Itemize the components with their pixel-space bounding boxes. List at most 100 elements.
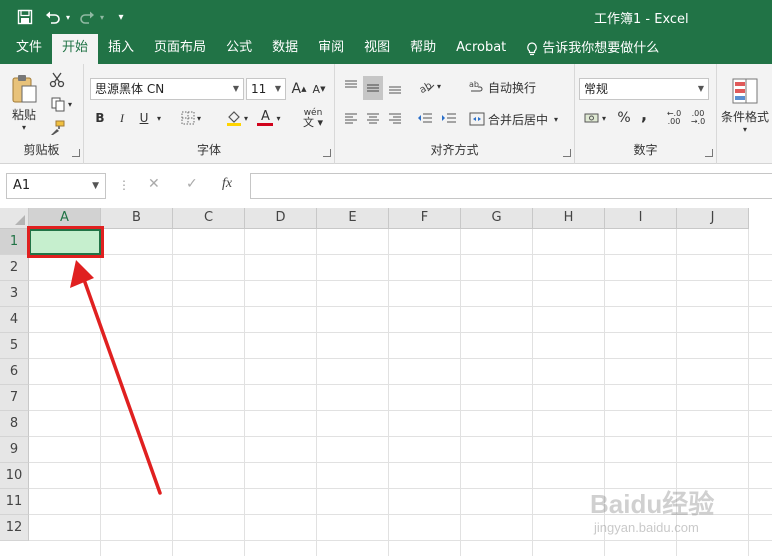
format-painter-button[interactable]	[46, 118, 68, 138]
align-left-button[interactable]	[341, 108, 361, 128]
tell-me-box[interactable]: 告诉我你想要做什么	[516, 34, 669, 64]
cancel-icon[interactable]: ✕	[148, 176, 160, 192]
undo-dropdown-icon[interactable]: ▾	[66, 13, 70, 22]
watermark: Baidu经验 jingyan.baidu.com	[590, 484, 760, 550]
phonetic-guide-button[interactable]: wén 文 ▾	[296, 106, 330, 130]
borders-button[interactable]: ▾	[176, 108, 206, 128]
tab-data[interactable]: 数据	[262, 34, 308, 64]
text-orientation-icon: ab	[419, 80, 435, 93]
borders-icon	[181, 111, 195, 125]
font-color-label: A	[261, 108, 270, 124]
tab-home[interactable]: 开始	[52, 34, 99, 64]
font-name-combo[interactable]: 思源黑体 CN ▼	[90, 78, 244, 100]
fill-color-button[interactable]: ▾	[222, 108, 252, 128]
comma-button[interactable]: ,	[637, 104, 651, 124]
conditional-formatting-label: 条件格式	[720, 109, 769, 124]
redo-dropdown-icon[interactable]: ▾	[100, 13, 104, 22]
copy-button[interactable]: ▾	[46, 94, 76, 114]
name-box[interactable]: A1 ▼	[6, 173, 106, 199]
clipboard-group-label: 剪贴板	[23, 143, 60, 157]
underline-dropdown-icon[interactable]: ▾	[154, 108, 164, 128]
align-bottom-icon	[389, 86, 401, 94]
merge-center-label: 合并后居中	[488, 112, 549, 127]
number-format-combo[interactable]: 常规 ▼	[579, 78, 709, 100]
insert-function-icon[interactable]: fx	[222, 176, 232, 192]
bold-button[interactable]: B	[92, 108, 108, 128]
tab-file[interactable]: 文件	[8, 34, 52, 64]
cut-button[interactable]	[46, 70, 68, 90]
percent-button[interactable]: %	[615, 108, 633, 128]
customize-toolbar-icon[interactable]: ▾	[110, 6, 132, 28]
font-group-label: 字体	[196, 143, 221, 157]
watermark-url: jingyan.baidu.com	[594, 520, 699, 535]
tab-help[interactable]: 帮助	[400, 34, 446, 64]
tell-me-label: 告诉我你想要做什么	[542, 41, 660, 56]
clipboard-launcher-icon[interactable]	[72, 149, 80, 157]
tab-insert[interactable]: 插入	[98, 34, 144, 64]
tab-formulas[interactable]: 公式	[216, 34, 262, 64]
number-launcher-icon[interactable]	[705, 149, 713, 157]
formula-bar-grip-icon[interactable]: ⋮	[118, 178, 130, 192]
lightbulb-icon	[527, 42, 538, 56]
align-left-icon	[345, 113, 357, 124]
chevron-down-icon: ▼	[274, 84, 281, 93]
chevron-down-icon: ▼	[232, 84, 239, 93]
enter-check-icon[interactable]: ✓	[186, 176, 198, 192]
paste-dropdown-icon: ▾	[21, 123, 26, 132]
redo-icon[interactable]	[76, 6, 98, 28]
wrap-text-label: 自动换行	[488, 80, 537, 95]
watermark-logo: Baidu经验	[590, 489, 715, 519]
align-right-button[interactable]	[385, 108, 405, 128]
font-color-button[interactable]: A ▾	[254, 108, 284, 128]
font-launcher-icon[interactable]	[323, 149, 331, 157]
undo-icon[interactable]	[42, 6, 64, 28]
increase-indent-button[interactable]	[439, 108, 459, 128]
format-painter-icon	[51, 120, 65, 135]
align-right-icon	[389, 113, 401, 124]
grow-font-button[interactable]: A ▲	[290, 78, 308, 100]
merge-center-button[interactable]: 合并后居中 ▾	[469, 108, 565, 130]
tab-view[interactable]: 视图	[354, 34, 400, 64]
paste-label: 粘贴	[11, 108, 36, 122]
alignment-launcher-icon[interactable]	[563, 149, 571, 157]
decrease-decimal-button[interactable]: .00 →.0	[687, 108, 709, 128]
increase-indent-icon	[442, 113, 456, 123]
italic-button[interactable]: I	[114, 108, 130, 128]
copy-icon	[51, 97, 65, 112]
decrease-indent-icon	[418, 113, 432, 123]
underline-button[interactable]: U	[136, 108, 152, 128]
bottom-align-button[interactable]	[385, 78, 405, 98]
font-size-combo[interactable]: 11 ▼	[246, 78, 286, 100]
save-icon[interactable]	[14, 6, 36, 28]
formula-input[interactable]	[250, 173, 772, 199]
formula-bar: A1 ▼ ⋮ ✕ ✓ fx	[0, 165, 772, 207]
paste-button[interactable]: 粘贴 ▾	[6, 72, 42, 134]
font-size-value: 11	[251, 82, 267, 96]
orientation-button[interactable]: ab ▾	[415, 76, 445, 96]
styles-group: 条件格式 ▾	[717, 64, 772, 164]
align-center-button[interactable]	[363, 108, 383, 128]
accounting-format-button[interactable]: ▾	[579, 108, 611, 128]
decrease-indent-button[interactable]	[415, 108, 435, 128]
name-box-value: A1	[13, 178, 31, 193]
paint-bucket-icon	[226, 111, 241, 126]
align-middle-icon	[367, 84, 379, 92]
top-align-button[interactable]	[341, 76, 361, 96]
conditional-formatting-button[interactable]: 条件格式 ▾	[719, 72, 771, 138]
merge-center-icon	[469, 112, 485, 126]
conditional-formatting-icon	[732, 78, 758, 103]
align-top-icon	[345, 80, 357, 88]
clipboard-group: 粘贴 ▾ ▾ 剪贴板	[0, 64, 84, 164]
shrink-font-button[interactable]: A ▼	[310, 78, 328, 100]
tab-page-layout[interactable]: 页面布局	[144, 34, 216, 64]
alignment-group-label: 对齐方式	[430, 143, 479, 157]
quick-access-toolbar: ▾ ▾ ▾	[14, 6, 132, 28]
wrap-text-button[interactable]: ab 自动换行	[469, 76, 545, 98]
tab-review[interactable]: 审阅	[308, 34, 354, 64]
middle-align-button[interactable]	[363, 76, 383, 100]
number-group-label: 数字	[633, 143, 658, 157]
number-group: 常规 ▼ ▾ % , ←.0 .00 .00 →.0 数字	[575, 64, 717, 164]
increase-decimal-button[interactable]: ←.0 .00	[663, 108, 685, 128]
copy-dropdown-icon: ▾	[67, 99, 72, 109]
tab-acrobat[interactable]: Acrobat	[446, 34, 516, 64]
